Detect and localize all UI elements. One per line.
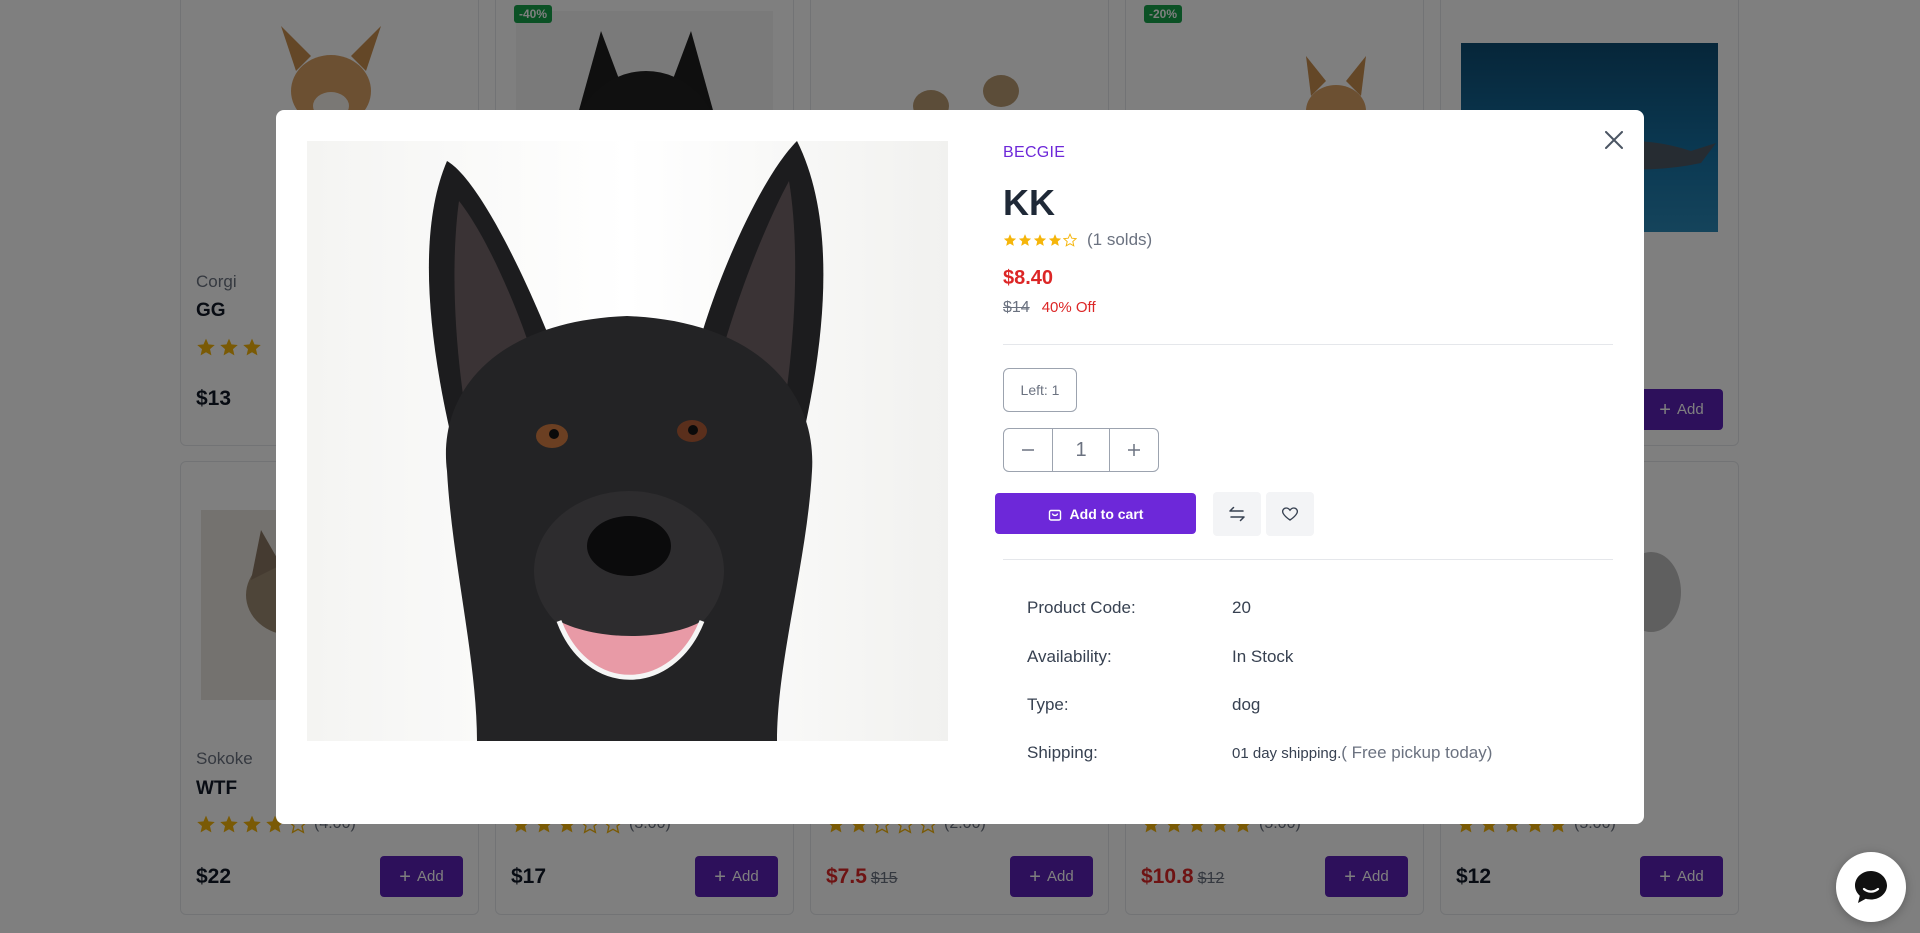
- divider: [1003, 344, 1613, 345]
- shipping-note: ( Free pickup today): [1341, 743, 1493, 762]
- spec-label: Availability:: [1027, 647, 1112, 666]
- quantity-stepper: 1: [1003, 428, 1159, 472]
- decrease-button[interactable]: [1004, 429, 1052, 471]
- star-filled-icon: [1033, 234, 1047, 246]
- product-title: KK: [1003, 182, 1055, 223]
- quantity-input[interactable]: 1: [1052, 429, 1110, 471]
- spec-value: In Stock: [1232, 647, 1294, 666]
- wishlist-button[interactable]: [1266, 492, 1314, 536]
- sale-price: $8.40: [1003, 267, 1054, 289]
- original-price: $14: [1003, 299, 1030, 316]
- star-filled-icon: [1018, 234, 1032, 246]
- minus-icon: [1022, 449, 1034, 451]
- sold-count: (1 solds): [1087, 230, 1153, 249]
- chat-bubble-icon: [1855, 871, 1887, 903]
- close-button[interactable]: [1600, 126, 1628, 154]
- add-to-cart-button[interactable]: Add to cart: [995, 493, 1196, 534]
- compare-button[interactable]: [1213, 492, 1261, 536]
- increase-button[interactable]: [1110, 429, 1158, 471]
- spec-label: Type:: [1027, 695, 1069, 714]
- product-photo: [307, 141, 948, 741]
- shopping-bag-icon: [1048, 509, 1061, 521]
- divider: [1003, 559, 1613, 560]
- star-filled-icon: [1048, 234, 1062, 246]
- add-to-cart-label: Add to cart: [1069, 505, 1144, 522]
- chat-widget-button[interactable]: [1836, 852, 1906, 922]
- heart-icon: [1281, 507, 1299, 521]
- plus-icon: [1128, 444, 1140, 456]
- shipping-text: 01 day shipping.: [1232, 745, 1342, 762]
- stock-left-badge: Left: 1: [1003, 368, 1077, 412]
- rating-stars: [1003, 233, 1077, 247]
- discount-label: 40% Off: [1041, 299, 1096, 316]
- close-icon: [1605, 131, 1623, 149]
- star-filled-icon: [1003, 234, 1017, 246]
- spec-label: Shipping:: [1027, 743, 1098, 762]
- star-empty-icon: [1063, 233, 1077, 247]
- product-rating: (1 solds): [1003, 230, 1152, 250]
- price-details: $14 40% Off: [1003, 299, 1096, 317]
- spec-value: dog: [1232, 695, 1261, 714]
- spec-value: 20: [1232, 598, 1251, 617]
- product-brand[interactable]: BECGIE: [1003, 144, 1065, 162]
- spec-label: Product Code:: [1027, 598, 1136, 617]
- compare-arrows-icon: [1229, 506, 1245, 522]
- quick-view-modal: BECGIE KK (1 solds) $8.40 $14 40% Off Le…: [276, 110, 1644, 824]
- spec-value: 01 day shipping.( Free pickup today): [1232, 743, 1492, 763]
